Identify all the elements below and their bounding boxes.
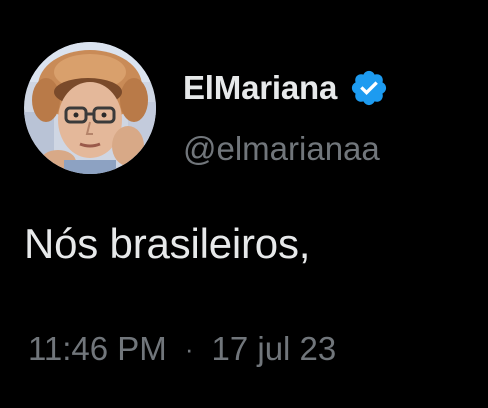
timestamp-separator: · [184,333,194,364]
tweet-card: ElMariana @elmarianaa Nós brasileiros, 1… [0,0,488,408]
author-handle[interactable]: @elmarianaa [183,130,380,168]
tweet-date[interactable]: 17 jul 23 [211,330,336,368]
tweet-timestamp-row: 11:46 PM · 17 jul 23 [28,330,336,368]
avatar[interactable] [24,42,156,174]
verified-badge-icon[interactable] [349,68,389,108]
tweet-text: Nós brasileiros, [24,220,311,267]
tweet-time[interactable]: 11:46 PM [28,330,167,368]
avatar-photo [24,42,156,174]
author-name-row: ElMariana [183,64,389,112]
author-display-name[interactable]: ElMariana [183,69,337,107]
